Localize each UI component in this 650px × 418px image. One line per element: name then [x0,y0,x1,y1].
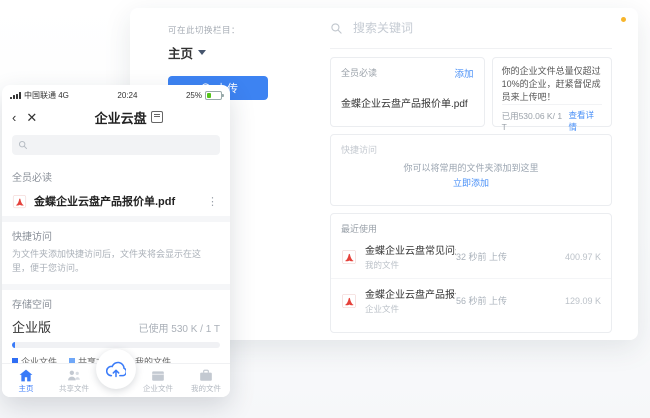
add-link[interactable]: 添加 [455,66,474,80]
search-icon [330,22,343,35]
list-item[interactable]: 金蝶企业云盘产品报价单.pdf ⋮ [12,188,220,216]
back-icon[interactable]: ‹ [12,111,16,124]
battery-icon [205,91,222,100]
quick-access-add-link[interactable]: 立即添加 [453,178,489,188]
chevron-down-icon [198,50,206,55]
tab-label: 企业文件 [143,383,173,394]
signal-icon [10,92,21,99]
company-status-card: 你的企业文件总量仅超过10%的企业，赶紧督促成员来上传吧！ 已用530.06 K… [492,57,612,127]
section-switcher-label: 主页 [168,43,193,62]
people-icon [67,369,81,382]
file-name: 金蝶企业云盘产品报价单.pdf [365,286,456,301]
status-bar: 中国联通 4G 20:24 25% [2,85,230,103]
file-time: 32 秒前 上传 [456,250,546,263]
plan-name: 企业版 [12,317,51,336]
search-divider [330,48,612,49]
briefcase-icon [199,369,213,382]
tab-enterprise-files[interactable]: 企业文件 [138,369,178,394]
notification-dot [621,17,626,22]
recent-title: 最近使用 [331,222,611,235]
quick-access-title: 快捷访问 [341,143,601,156]
recent-card: 最近使用 金蝶企业云盘常见问题（20181114修订）.pdf 我的文件 32 … [330,213,612,333]
pdf-icon [341,293,357,309]
section-switcher[interactable]: 主页 [168,43,330,62]
storage-title: 存储空间 [12,290,220,315]
mobile-search-bar[interactable] [12,135,220,155]
org-switch-icon[interactable] [151,111,163,123]
table-row[interactable]: 金蝶企业云盘产品报价单.pdf 企业文件 56 秒前 上传 129.09 K [331,278,611,322]
sidebar-hint: 可在此切换栏目： [168,24,330,36]
file-name: 金蝶企业云盘常见问题（20181114修订）.pdf [365,242,456,257]
pdf-icon [341,249,357,265]
file-time: 56 秒前 上传 [456,294,546,307]
quick-access-card: 快捷访问 你可以将常用的文件夹添加到这里 立即添加 [330,134,612,206]
tab-shared-files[interactable]: 共享文件 [54,369,94,394]
home-icon [19,369,33,382]
search-icon [18,140,28,150]
usage-detail-link[interactable]: 查看详情 [568,109,602,133]
clock-label: 20:24 [117,91,137,100]
usage-row: 已用530.06 K/ 1 T 查看详情 [502,104,602,136]
must-read-title: 全员必读 [12,163,220,188]
quick-access-desc: 为文件夹添加快捷访问后，文件夹将会显示在这里，便于您访问。 [12,247,220,284]
usage-text: 已用530.06 K/ 1 T [502,110,569,132]
tab-label: 共享文件 [59,383,89,394]
mobile-navbar: ‹ ✕ 企业云盘 [2,103,230,131]
battery-percent: 25% [186,91,202,100]
page-title: 企业云盘 [95,108,147,127]
quick-access-title: 快捷访问 [12,222,220,247]
tab-home[interactable]: 主页 [6,369,46,394]
upload-fab-button[interactable] [96,349,136,389]
carrier-label: 中国联通 4G [24,90,69,101]
tab-my-files[interactable]: 我的文件 [186,369,226,394]
tab-label: 我的文件 [191,383,221,394]
more-menu-icon[interactable]: ⋮ [205,195,220,208]
table-row[interactable]: 金蝶企业云盘常见问题（20181114修订）.pdf 我的文件 32 秒前 上传… [331,235,611,278]
tab-label: 主页 [19,383,34,394]
file-name: 金蝶企业云盘产品报价单.pdf [34,193,198,209]
quick-access-empty-text: 你可以将常用的文件夹添加到这里 [331,161,611,176]
file-location: 企业文件 [365,303,456,315]
mobile-window: 中国联通 4G 20:24 25% ‹ ✕ 企业云盘 全员必读 金蝶企业云盘产品… [2,85,230,397]
usage-notice: 你的企业文件总量仅超过10%的企业，赶紧督促成员来上传吧！ [502,65,602,104]
must-read-card: 全员必读 添加 金蝶企业云盘产品报价单.pdf [330,57,485,127]
file-size: 400.97 K [546,252,601,262]
folder-icon [151,369,165,382]
pdf-icon [12,194,27,209]
desktop-search-bar[interactable] [330,8,612,48]
file-size: 129.09 K [546,296,601,306]
upload-cloud-icon [106,361,126,378]
must-read-file[interactable]: 金蝶企业云盘产品报价单.pdf [341,95,474,110]
close-icon[interactable]: ✕ [26,111,37,124]
file-location: 我的文件 [365,259,456,271]
desktop-main: 全员必读 添加 金蝶企业云盘产品报价单.pdf 你的企业文件总量仅超过10%的企… [330,8,612,340]
usage-text: 已使用 530 K / 1 T [138,320,220,335]
search-input[interactable] [351,20,555,36]
